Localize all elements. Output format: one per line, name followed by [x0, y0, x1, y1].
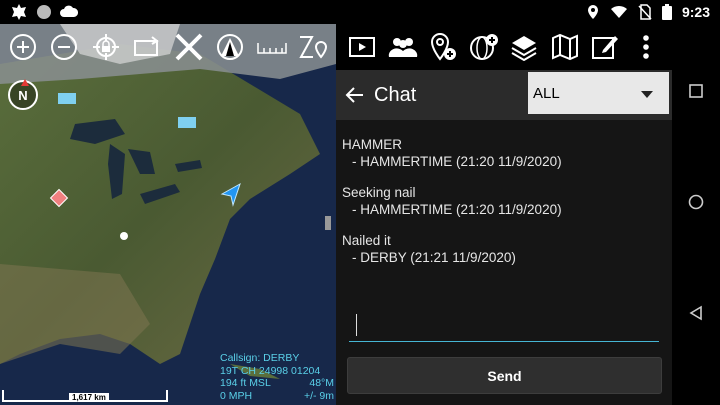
list-item: Seeking nail - HAMMERTIME (21:20 11/9/20…	[342, 184, 666, 218]
back-button[interactable]	[340, 80, 370, 110]
no-sim-icon	[638, 4, 652, 20]
chat-title: Chat	[374, 83, 417, 106]
list-item: HAMMER - HAMMERTIME (21:20 11/9/2020)	[342, 136, 666, 170]
grid-coordinates: 19T CH 24998 01204	[220, 364, 321, 377]
scale-label: 1,617 km	[69, 393, 109, 402]
wifi-icon	[610, 5, 628, 19]
battery-icon	[661, 4, 672, 20]
lock-on-self-button[interactable]	[89, 30, 123, 64]
map-view[interactable]: Callsign: DERBY 19T CH 24998 01204 194 f…	[0, 24, 336, 405]
compass-button[interactable]: N	[8, 79, 38, 110]
filter-selected-value: ALL	[533, 84, 560, 102]
recipient-filter-select[interactable]: ALL	[528, 72, 669, 114]
square-icon	[689, 84, 703, 98]
accuracy-text: +/- 9m	[303, 389, 334, 402]
map-icon	[551, 33, 578, 61]
group-icon	[388, 38, 417, 57]
message-input[interactable]	[359, 312, 649, 338]
maps-button[interactable]	[548, 30, 582, 64]
satellite-terrain	[0, 24, 336, 405]
tactical-x-icon	[175, 33, 203, 61]
message-text: HAMMER	[342, 137, 402, 152]
add-point-button[interactable]	[426, 30, 460, 64]
layers-icon	[511, 36, 537, 61]
measure-button[interactable]	[255, 30, 289, 64]
message-composer	[349, 308, 659, 342]
status-bar: 9:23	[0, 0, 720, 24]
speed-text: 0 MPH	[220, 389, 253, 402]
right-tools	[336, 24, 672, 70]
arrow-back-icon	[345, 87, 363, 103]
zoom-location-icon	[299, 36, 328, 59]
globe-plus-icon	[469, 34, 498, 60]
message-meta: - HAMMERTIME (21:20 11/9/2020)	[352, 154, 562, 169]
altitude-text: 194 ft MSL	[220, 377, 271, 389]
play-video-icon	[349, 37, 376, 57]
circle-home-icon	[688, 194, 704, 210]
message-list: HAMMER - HAMMERTIME (21:20 11/9/2020) Se…	[336, 120, 672, 266]
edit-button[interactable]	[588, 30, 622, 64]
message-text: Nailed it	[342, 233, 391, 248]
ruler-icon	[257, 43, 287, 54]
heading-text: 48°M	[309, 377, 334, 389]
system-nav-bar	[672, 24, 720, 405]
layers-button[interactable]	[507, 30, 541, 64]
satellite-tent-icon	[217, 34, 244, 60]
friendly-marker[interactable]	[178, 117, 196, 128]
message-meta: - DERBY (21:21 11/9/2020)	[352, 250, 516, 265]
video-button[interactable]	[345, 30, 379, 64]
list-item: Nailed it - DERBY (21:21 11/9/2020)	[342, 232, 666, 266]
minus-circle-icon	[51, 34, 78, 60]
send-button[interactable]: Send	[347, 357, 662, 394]
callsign-text: Callsign: DERBY	[220, 352, 300, 364]
notification-circle-icon	[36, 4, 52, 20]
cloud-icon	[60, 5, 78, 19]
compass-needle-icon	[21, 79, 29, 86]
panel-resize-handle[interactable]	[325, 216, 331, 230]
triangle-back-icon	[689, 305, 702, 321]
recents-button[interactable]	[686, 81, 706, 101]
zoom-in-button[interactable]	[6, 30, 40, 64]
zoom-out-button[interactable]	[47, 30, 81, 64]
system-back-button[interactable]	[686, 303, 706, 323]
add-marker-icon	[431, 32, 457, 61]
more-vertical-icon	[642, 35, 649, 59]
status-time: 9:23	[681, 4, 710, 20]
home-button[interactable]	[686, 192, 706, 212]
self-info-overlay: Callsign: DERBY 19T CH 24998 01204 194 f…	[220, 352, 334, 402]
notification-app-icon	[10, 3, 28, 21]
message-meta: - HAMMERTIME (21:20 11/9/2020)	[352, 202, 562, 217]
contacts-button[interactable]	[386, 30, 420, 64]
text-cursor	[356, 314, 357, 336]
add-overlay-button[interactable]	[467, 30, 501, 64]
location-icon	[586, 4, 600, 20]
rotate-map-button[interactable]	[130, 30, 164, 64]
overflow-menu-button[interactable]	[629, 30, 663, 64]
rotate-icon	[134, 36, 159, 56]
chevron-down-icon	[641, 91, 653, 98]
crosshair-lock-icon	[92, 34, 119, 60]
waypoint-marker[interactable]	[120, 232, 128, 240]
tools-x-button[interactable]	[172, 30, 206, 64]
map-tools	[0, 24, 336, 70]
imagery-button[interactable]	[213, 30, 247, 64]
message-text: Seeking nail	[342, 185, 416, 200]
plus-circle-icon	[9, 34, 36, 60]
chat-header: Chat ALL	[336, 70, 672, 120]
toolbar	[0, 24, 672, 70]
zoom-to-button[interactable]	[296, 30, 330, 64]
chat-panel: Chat ALL HAMMER - HAMMERTIME (21:20 11/9…	[336, 70, 672, 405]
friendly-marker[interactable]	[58, 93, 76, 104]
edit-pencil-icon	[592, 36, 619, 59]
